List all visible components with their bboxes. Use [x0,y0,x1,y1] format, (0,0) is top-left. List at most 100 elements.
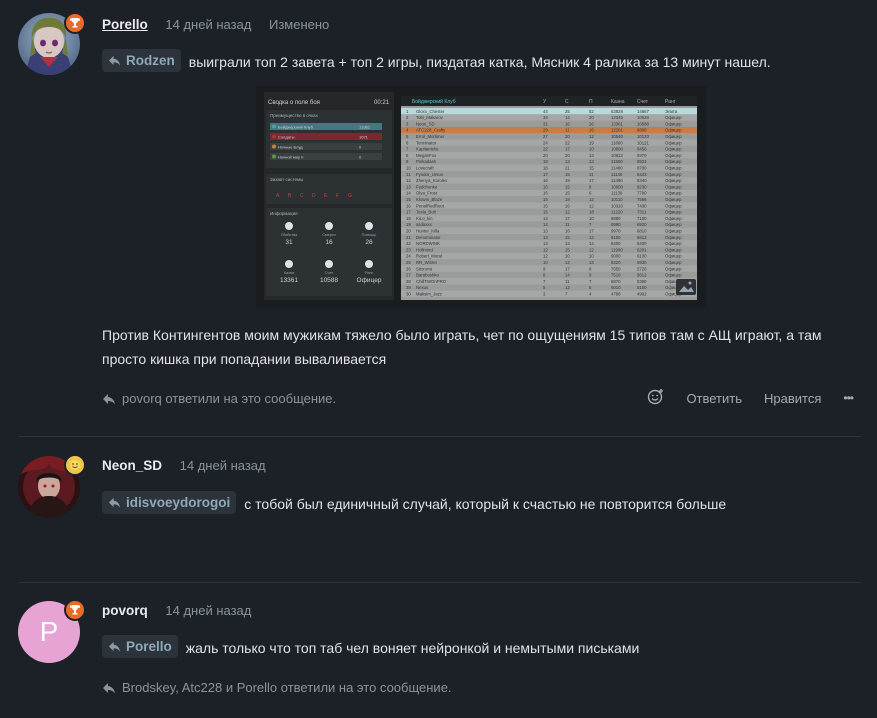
row-cell: 14 [565,115,570,120]
post-time[interactable]: 14 дней назад [165,603,251,618]
row-cell: 15 [565,172,570,177]
row-cell: 17 [589,178,594,183]
like-button[interactable]: Нравится [764,391,821,406]
row-cell: Офицер [665,178,682,183]
image-expand-icon[interactable] [676,279,696,295]
row-cell: 13 [543,241,548,246]
zone-label: C [300,193,304,199]
table-row [401,171,697,178]
row-cell: 11130 [611,191,623,196]
row-player-name: Sitoromt [416,266,433,271]
post-time[interactable]: 14 дней назад [180,458,266,473]
row-cell: 12 [589,197,594,202]
row-cell: 16 [565,229,570,234]
row-rank: 14 [406,191,411,196]
row-cell: 14667 [637,109,650,114]
row-cell: 16 [589,128,594,133]
table-row [401,189,697,197]
row-rank: 30 [406,292,411,297]
table-row [401,227,697,234]
table-row [401,145,697,153]
author-name[interactable]: Neon_SD [102,458,162,473]
add-reaction-icon[interactable] [647,388,664,408]
row-cell: 52 [589,109,594,114]
replied-summary[interactable]: Brodskey, Atc228 и Porello ответили на э… [102,680,452,695]
row-cell: 13 [589,159,594,164]
row-cell: 8400 [611,241,621,246]
row-cell: 8700 [637,166,647,171]
stat-icon [285,260,293,268]
row-rank: 25 [406,260,411,265]
row-cell: 7430 [637,203,647,208]
row-player-name: Maksim_Jazz [416,292,442,297]
post-time[interactable]: 14 дней назад [165,17,251,32]
reply-button[interactable]: Ответить [686,391,742,406]
row-rank: 17 [406,210,411,215]
row-cell: Офицер [665,254,682,259]
author-name[interactable]: Porello [102,17,148,32]
table-row [401,215,697,222]
stat-icon [285,222,293,230]
table-row [401,240,697,247]
post-povorq: P povorq 14 дней назад Porello жаль толь… [0,582,877,718]
reply-arrow-icon [108,55,121,66]
row-cell: 9970 [611,229,621,234]
row-cell: 13 [565,159,570,164]
more-options-icon[interactable]: ••• [843,391,854,405]
post-actions: Ответить Нравится ••• [647,388,854,408]
reply-arrow-icon [108,497,121,508]
row-cell: 16 [565,121,570,126]
row-cell: 4798 [611,292,621,297]
stat-label: Помощь [362,233,377,237]
row-cell: Офицер [665,166,682,171]
row-cell: Офицер [665,210,682,215]
trophy-badge-icon [64,599,86,621]
mention-quote[interactable]: Porello [102,635,178,658]
table-row [401,158,697,165]
stat-label: Смерти [322,233,335,237]
row-cell: 11480 [611,166,623,171]
row-cell: 6810 [637,229,647,234]
row-cell: 24 [543,140,548,145]
row-player-name: Baraboshko [416,273,440,278]
stat-label: Убийства [281,233,298,237]
row-cell: 20 [565,134,570,139]
row-cell: 10 [565,254,570,259]
row-cell: 11220 [611,210,623,215]
row-rank: 19 [406,222,411,227]
row-cell: 19 [589,140,594,145]
row-cell: 10110 [611,197,623,202]
row-player-name: Hunter_Killa [416,229,440,234]
stat-label: Ранг [365,271,374,275]
row-cell: Элита [665,109,678,114]
table-row [401,126,697,134]
row-rank: 23 [406,247,411,252]
row-cell: 16 [565,203,570,208]
reaction-badge-icon [64,454,86,476]
row-cell: 12 [565,260,570,265]
table-row [401,120,697,127]
mention-quote[interactable]: idisvoeydorogoi [102,491,237,514]
author-name[interactable]: povorq [102,603,148,618]
row-player-name: Gloxx_Chester [416,109,445,114]
row-cell: 9456 [637,147,647,152]
row-cell: 18 [543,166,548,171]
row-cell: 22 [565,140,570,145]
avatar-letter: P [39,616,59,647]
row-rank: 11 [406,172,411,177]
row-cell: 5612 [637,273,647,278]
attached-screenshot[interactable]: Сводка о поле боя 00:21 Преимущество в очк… [256,86,706,308]
row-cell: Офицер [665,191,682,196]
table-row [401,290,697,297]
post-text-line: просто кишка при попадании вываливается [102,351,387,367]
stat-icon [365,260,373,268]
row-rank: 29 [406,285,411,290]
row-cell: 7566 [637,197,647,202]
row-rank: 26 [406,266,411,271]
row-cell: Офицер [665,247,682,252]
mention-quote[interactable]: Rodzen [102,49,181,72]
edited-label[interactable]: Изменено [269,17,329,32]
replied-summary[interactable]: povorq ответили на это сообщение. [102,391,336,406]
row-player-name: Kapitanishe [416,147,439,152]
row-cell: 6010 [611,285,621,290]
